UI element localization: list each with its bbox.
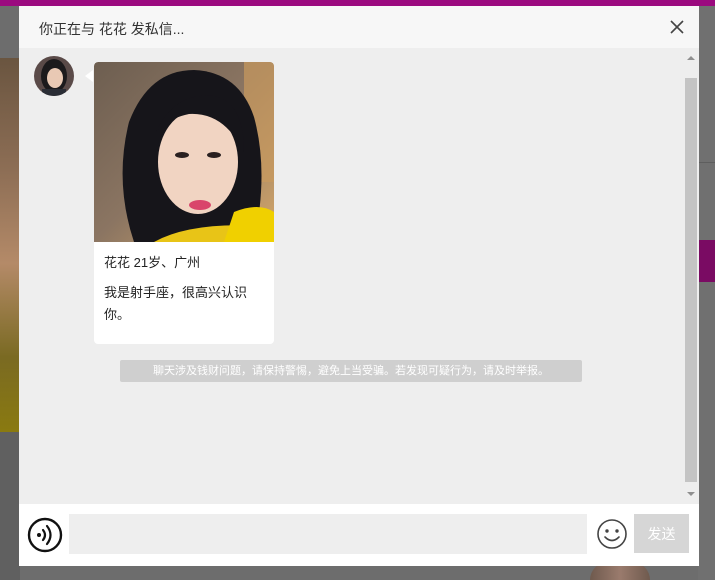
background-profile-photo (0, 58, 20, 432)
scroll-up-arrow-icon[interactable] (687, 56, 695, 60)
emoji-icon[interactable] (596, 518, 628, 550)
background-panel-right (698, 6, 715, 580)
background-panel (0, 432, 20, 580)
message-input[interactable] (69, 514, 587, 554)
safety-notice: 聊天涉及钱财问题，请保持警惕，避免上当受骗。若发现可疑行为，请及时举报。 (120, 360, 582, 382)
profile-message: 我是射手座，很高兴认识你。 (104, 285, 248, 322)
dialog-header: 你正在与 花花 发私信... (19, 6, 699, 48)
background-button (698, 240, 715, 282)
private-message-dialog: 你正在与 花花 发私信... 花花 21岁、广州 我是射手座，很高兴认识你。 聊… (19, 6, 699, 566)
chat-message-area[interactable]: 花花 21岁、广州 我是射手座，很高兴认识你。 聊天涉及钱财问题，请保持警惕，避… (19, 48, 699, 504)
profile-age-location: 花花 21岁、广州 (104, 255, 201, 270)
profile-card[interactable]: 花花 21岁、广州 我是射手座，很高兴认识你。 (94, 62, 274, 344)
avatar[interactable] (34, 56, 74, 96)
message-composer: 发送 (19, 504, 699, 566)
dialog-title: 你正在与 花花 发私信... (39, 21, 185, 37)
send-button[interactable]: 发送 (634, 514, 689, 553)
voice-icon[interactable] (27, 517, 63, 553)
scroll-thumb[interactable] (685, 78, 697, 482)
bubble-tail (85, 70, 93, 82)
scroll-down-arrow-icon[interactable] (687, 492, 695, 496)
chat-scrollbar[interactable] (683, 48, 699, 504)
close-icon[interactable] (669, 19, 685, 35)
background-divider (698, 162, 715, 163)
profile-photo[interactable] (94, 62, 274, 242)
